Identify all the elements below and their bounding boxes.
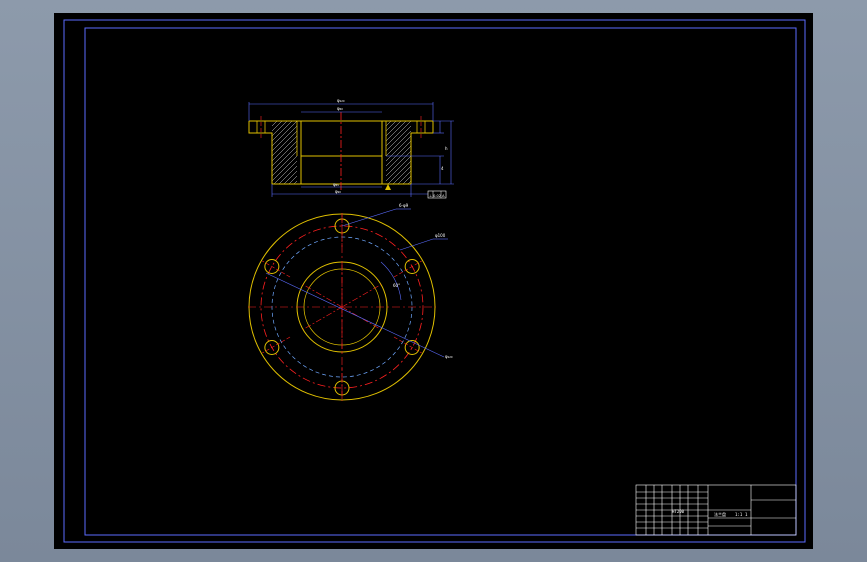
hatch-line <box>385 120 392 127</box>
dim-right-height: h <box>445 146 448 151</box>
outer-frame <box>63 19 806 543</box>
dim-top-overall: φ₁₂₀ <box>337 98 345 103</box>
dim-bottom-overall: φ₉₀ <box>335 189 341 194</box>
hatch-line <box>385 140 412 167</box>
leader-bolt-circle: φ100 <box>435 233 446 238</box>
hatch-line <box>273 160 298 185</box>
hole-centerline <box>393 336 422 354</box>
hatch-line <box>271 120 298 147</box>
hatch-line <box>397 170 412 185</box>
hatch-line <box>385 120 407 142</box>
hatch-line <box>278 165 298 185</box>
title-block <box>635 484 797 536</box>
cad-drawing: φ₁₂₀ φ₆₀ φ₆₅ φ₉₀ h 4 ⊥ 0.02 A 6-φ9 φ100 … <box>63 19 806 543</box>
hatch-line <box>271 120 293 142</box>
angle-label: 60° <box>393 283 400 288</box>
hub-radial <box>302 284 343 308</box>
hatch-line <box>385 135 412 162</box>
tb-part-name: 法兰盘 <box>714 511 726 517</box>
hole-centerline <box>262 336 291 354</box>
dim-top-bore: φ₆₀ <box>337 106 343 111</box>
hatch-line <box>271 140 298 167</box>
hatch-line <box>271 135 298 162</box>
hole-centerline <box>262 260 291 278</box>
hatch-right <box>385 120 412 185</box>
leader-holes: 6-φ9 <box>399 203 409 208</box>
section-view: φ₁₂₀ φ₆₀ φ₆₅ φ₉₀ h 4 ⊥ 0.02 A <box>248 98 454 199</box>
hatch-line <box>271 120 283 132</box>
hole-centerline <box>393 260 422 278</box>
hatch-line <box>271 120 278 127</box>
hatch-line <box>385 155 412 182</box>
hatch-line <box>271 125 298 152</box>
hub-radial <box>302 306 343 330</box>
tb-sheet: 1 <box>745 512 748 517</box>
hatch-line <box>385 145 412 172</box>
hatch-line <box>283 170 298 185</box>
dim-right-small: 4 <box>441 166 444 171</box>
plan-view: 6-φ9 φ100 φ₁₂₀ 60° <box>248 203 453 401</box>
hatch-line <box>271 155 298 182</box>
hatch-left <box>271 120 298 185</box>
hatch-line <box>385 120 412 147</box>
hub-radial <box>341 284 382 308</box>
hatch-line <box>392 165 412 185</box>
hatch-line <box>385 130 412 157</box>
tolerance-text: ⊥ 0.02 A <box>429 194 445 198</box>
hatch-line <box>271 130 298 157</box>
leader-outer: φ₁₂₀ <box>445 354 453 359</box>
hatch-line <box>387 160 412 185</box>
hatch-line <box>385 125 412 152</box>
hatch-line <box>271 150 298 177</box>
hatch-line <box>271 145 298 172</box>
hatch-line <box>288 175 298 185</box>
hatch-line <box>385 150 412 177</box>
hatch-line <box>402 175 412 185</box>
hatch-line <box>385 120 397 132</box>
dim-bottom-bore: φ₆₅ <box>333 182 339 187</box>
tb-scale: 1:1 <box>735 512 743 517</box>
tb-material: HT200 <box>672 509 685 514</box>
inner-frame <box>84 27 797 536</box>
